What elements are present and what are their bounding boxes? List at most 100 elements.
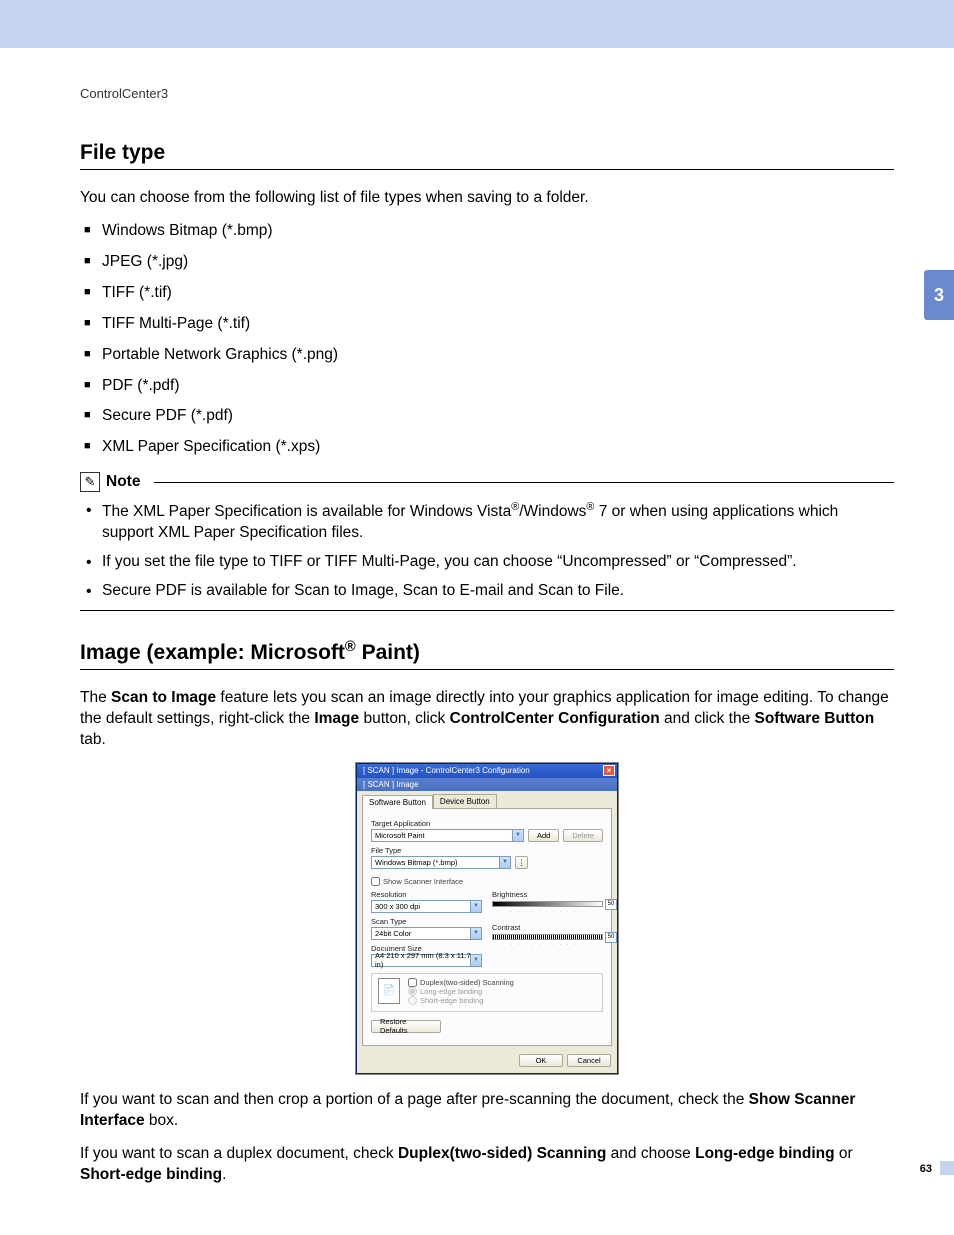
bold: Scan to Image bbox=[111, 689, 216, 706]
config-dialog: [ SCAN ] Image - ControlCenter3 Configur… bbox=[356, 763, 618, 1074]
body-text: The Scan to Image feature lets you scan … bbox=[80, 688, 894, 751]
combo-value: Windows Bitmap (*.bmp) bbox=[375, 858, 458, 867]
filetype-combo[interactable]: Windows Bitmap (*.bmp) ▼ bbox=[371, 856, 511, 869]
bold: Software Button bbox=[755, 710, 875, 727]
add-button[interactable]: Add bbox=[528, 829, 559, 842]
brightness-label: Brightness bbox=[492, 890, 603, 899]
note-header: ✎ Note bbox=[80, 472, 894, 492]
text: Image (example: Microsoft bbox=[80, 641, 345, 664]
text: box. bbox=[145, 1112, 179, 1129]
page-number: 63 bbox=[920, 1163, 932, 1175]
breadcrumb: ControlCenter3 bbox=[80, 86, 894, 101]
note-item: The XML Paper Specification is available… bbox=[80, 500, 894, 544]
radio-icon bbox=[408, 987, 417, 996]
text: or bbox=[835, 1145, 853, 1162]
scantype-combo[interactable]: 24bit Color▼ bbox=[371, 927, 482, 940]
cancel-button[interactable]: Cancel bbox=[567, 1054, 611, 1067]
page-content: ControlCenter3 File type You can choose … bbox=[80, 86, 894, 1198]
chevron-down-icon: ▼ bbox=[499, 857, 510, 868]
chapter-tab: 3 bbox=[924, 270, 954, 320]
note-list: The XML Paper Specification is available… bbox=[80, 500, 894, 602]
text: Paint) bbox=[356, 641, 420, 664]
contrast-slider[interactable]: · · · · · · · · · · · 50 bbox=[492, 934, 603, 948]
filetype-list: Windows Bitmap (*.bmp) JPEG (*.jpg) TIFF… bbox=[80, 221, 894, 458]
page-num-band bbox=[940, 1161, 954, 1175]
dialog-buttons: OK Cancel bbox=[357, 1050, 617, 1073]
duplex-checkbox[interactable]: Duplex(two-sided) Scanning bbox=[408, 978, 514, 987]
intro-text: You can choose from the following list o… bbox=[80, 188, 894, 209]
combo-value: A4 210 x 297 mm (8.3 x 11.7 in) bbox=[375, 951, 478, 969]
list-item: TIFF Multi-Page (*.tif) bbox=[80, 314, 894, 335]
scantype-label: Scan Type bbox=[371, 917, 482, 926]
chevron-down-icon: ▼ bbox=[470, 955, 481, 966]
long-edge-radio[interactable]: Long-edge binding bbox=[408, 987, 514, 996]
section-title-file-type: File type bbox=[80, 141, 894, 170]
text: tab. bbox=[80, 731, 106, 748]
target-app-combo[interactable]: Microsoft Paint ▼ bbox=[371, 829, 524, 842]
dialog-title: [ SCAN ] Image - ControlCenter3 Configur… bbox=[363, 766, 530, 775]
text: /Windows bbox=[519, 503, 586, 520]
tabs: Software Button Device Button bbox=[357, 791, 617, 808]
close-button[interactable]: × bbox=[603, 765, 615, 776]
note-item: If you set the file type to TIFF or TIFF… bbox=[80, 552, 894, 573]
text: and click the bbox=[660, 710, 755, 727]
radio-label: Short-edge binding bbox=[420, 996, 483, 1005]
note-end-rule bbox=[80, 610, 894, 611]
top-band bbox=[0, 0, 954, 48]
checkbox-label: Duplex(two-sided) Scanning bbox=[420, 978, 514, 987]
list-item: Secure PDF (*.pdf) bbox=[80, 406, 894, 427]
note-item: Secure PDF is available for Scan to Imag… bbox=[80, 581, 894, 602]
brightness-value: 50 bbox=[605, 899, 617, 910]
checkbox-icon bbox=[408, 978, 417, 987]
filetype-label: File Type bbox=[371, 846, 603, 855]
tab-software-button[interactable]: Software Button bbox=[362, 795, 433, 809]
bold: Image bbox=[314, 710, 359, 727]
target-app-label: Target Application bbox=[371, 819, 603, 828]
duplex-icon: 📄 bbox=[378, 978, 400, 1004]
list-item: JPEG (*.jpg) bbox=[80, 252, 894, 273]
resolution-label: Resolution bbox=[371, 890, 482, 899]
radio-label: Long-edge binding bbox=[420, 987, 482, 996]
dialog-pane: Target Application Microsoft Paint▼ Add … bbox=[362, 808, 612, 1046]
text: The bbox=[80, 689, 111, 706]
reg-mark: ® bbox=[345, 639, 356, 655]
resolution-combo[interactable]: 300 x 300 dpi ▼ bbox=[371, 900, 482, 913]
docsize-combo[interactable]: A4 210 x 297 mm (8.3 x 11.7 in)▼ bbox=[371, 954, 482, 967]
radio-icon bbox=[408, 996, 417, 1005]
dialog-screenshot: [ SCAN ] Image - ControlCenter3 Configur… bbox=[80, 763, 894, 1074]
delete-button[interactable]: Delete bbox=[563, 829, 603, 842]
chevron-down-icon: ▼ bbox=[470, 928, 481, 939]
show-scanner-checkbox[interactable]: Show Scanner Interface bbox=[371, 877, 603, 886]
note-icon: ✎ bbox=[80, 472, 100, 492]
chevron-down-icon: ▼ bbox=[512, 830, 523, 841]
checkbox-label: Show Scanner Interface bbox=[383, 877, 463, 886]
bold: Short-edge binding bbox=[80, 1166, 222, 1183]
brightness-slider[interactable]: · · · · · · · · · · · 50 bbox=[492, 901, 603, 915]
combo-value: 300 x 300 dpi bbox=[375, 902, 420, 911]
list-item: PDF (*.pdf) bbox=[80, 376, 894, 397]
text: and choose bbox=[606, 1145, 695, 1162]
text: button, click bbox=[359, 710, 449, 727]
body-text: If you want to scan and then crop a port… bbox=[80, 1090, 894, 1132]
note-label: Note bbox=[106, 473, 148, 491]
dialog-subhead: [ SCAN ] Image bbox=[357, 778, 617, 791]
tab-device-button[interactable]: Device Button bbox=[433, 794, 497, 808]
text: The XML Paper Specification is available… bbox=[102, 503, 511, 520]
section-title-image: Image (example: Microsoft® Paint) bbox=[80, 639, 894, 670]
ok-button[interactable]: OK bbox=[519, 1054, 563, 1067]
text: . bbox=[222, 1166, 226, 1183]
restore-defaults-button[interactable]: Restore Defaults bbox=[371, 1020, 441, 1033]
chevron-down-icon: ▼ bbox=[470, 901, 481, 912]
bold: ControlCenter Configuration bbox=[450, 710, 660, 727]
list-item: TIFF (*.tif) bbox=[80, 283, 894, 304]
checkbox-icon bbox=[371, 877, 380, 886]
contrast-label: Contrast bbox=[492, 923, 603, 932]
text: If you want to scan and then crop a port… bbox=[80, 1091, 749, 1108]
combo-value: Microsoft Paint bbox=[375, 831, 425, 840]
contrast-value: 50 bbox=[605, 932, 617, 943]
body-text: If you want to scan a duplex document, c… bbox=[80, 1144, 894, 1186]
filetype-settings-button[interactable]: ⋮ bbox=[515, 856, 528, 869]
bold: Duplex(two-sided) Scanning bbox=[398, 1145, 606, 1162]
text: If you want to scan a duplex document, c… bbox=[80, 1145, 398, 1162]
short-edge-radio[interactable]: Short-edge binding bbox=[408, 996, 514, 1005]
